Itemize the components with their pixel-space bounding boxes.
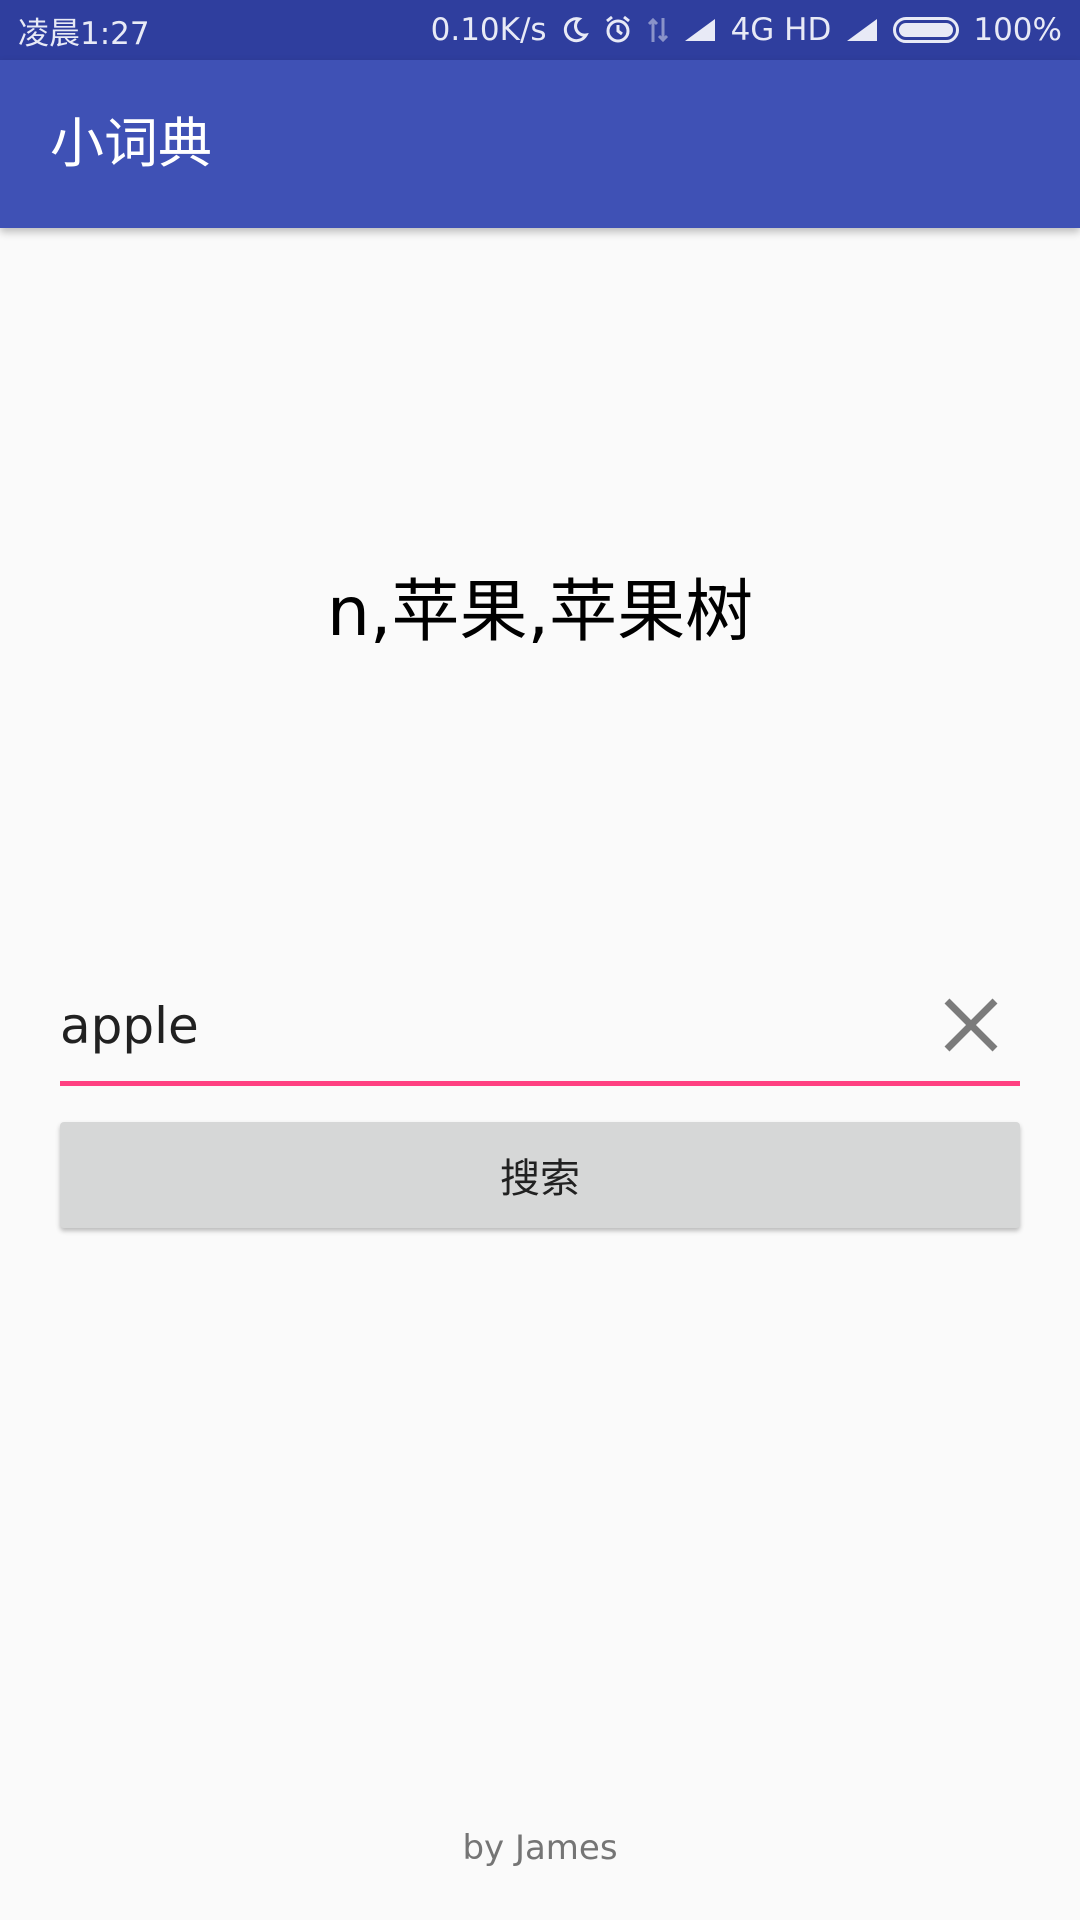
network-type: 4G HD — [730, 12, 832, 48]
battery-icon — [893, 17, 960, 43]
app-title: 小词典 — [50, 112, 212, 175]
definition-text: n,苹果,苹果树 — [326, 573, 754, 652]
battery-percent: 100% — [973, 12, 1062, 48]
network-speed: 0.10K/s — [430, 12, 547, 48]
alarm-icon — [603, 15, 633, 45]
status-indicators: 0.10K/s 4G HD 100% — [431, 12, 1062, 48]
close-icon — [941, 995, 1001, 1059]
app-bar: 小词典 — [0, 60, 1080, 228]
battery-level — [899, 23, 954, 37]
status-bar: 凌晨1:27 0.10K/s 4G HD 100% — [0, 0, 1080, 60]
status-time: 凌晨1:27 — [18, 15, 150, 52]
signal-icon — [683, 17, 717, 43]
search-input[interactable] — [60, 980, 900, 1072]
search-button[interactable]: 搜索 — [60, 1122, 1020, 1228]
data-arrows-icon — [647, 16, 669, 44]
moon-icon — [561, 16, 589, 44]
signal-icon — [845, 17, 879, 43]
search-field — [60, 980, 1020, 1086]
clear-button[interactable] — [936, 992, 1006, 1062]
footer-credit: by James — [462, 1828, 618, 1868]
search-button-label: 搜索 — [500, 1156, 580, 1202]
